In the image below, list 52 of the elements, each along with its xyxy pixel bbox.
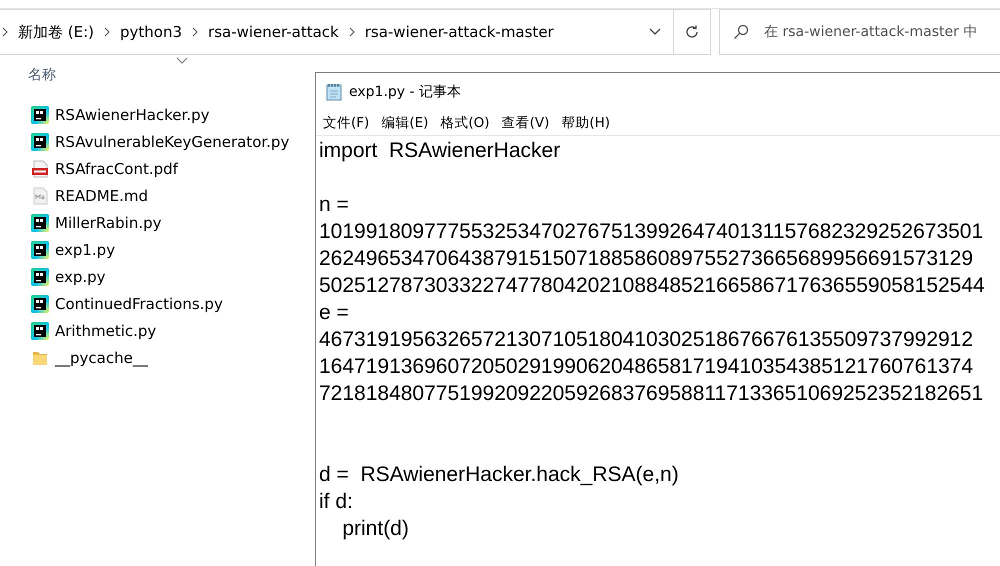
refresh-icon[interactable] [684,24,700,40]
search-field[interactable]: 在 rsa-wiener-attack-master 中 [719,9,1000,55]
code-line: d = RSAwienerHacker.hack_RSA(e,n) [319,462,679,488]
pdf-file-icon [31,160,49,178]
code-line: 502512787303322747780420210884852166586717636559058152544 [319,273,985,299]
code-line: e = [319,300,349,326]
chevron-icon [348,27,355,37]
code-line: n = [319,192,349,218]
code-line: 721818480775199209220592683769588117133651069252352182651 [319,381,984,407]
sort-caret-icon [176,57,188,64]
chevron-icon [192,27,198,37]
breadcrumb-item[interactable]: rsa-wiener-attack-master [364,23,554,41]
search-icon [733,24,749,40]
pycharm-file-icon [31,322,49,340]
code-line: print(d) [341,516,409,542]
breadcrumb-item[interactable]: rsa-wiener-attack [208,23,339,41]
file-name[interactable]: exp.py [55,268,106,286]
menu-item[interactable]: 查看(V) [500,114,550,132]
chevron-icon [2,27,8,37]
code-line: 46731919563265721307105180410302518676676135509737992912 [319,327,974,353]
code-line: 101991809777553253470276751399264740131157682329252673501 [319,219,984,245]
code-line: import RSAwienerHacker [319,138,560,164]
menu-item[interactable]: 帮助(H) [560,114,612,132]
pycharm-file-icon [31,240,49,258]
file-name[interactable]: ContinuedFractions.py [55,294,223,312]
file-name[interactable]: __pycache__ [55,348,148,366]
code-line: 16471913696072050291990620486581719410354385121760761374 [319,354,974,380]
file-name[interactable]: RSAvulnerableKeyGenerator.py [55,132,290,150]
file-name[interactable]: RSAwienerHacker.py [55,106,210,124]
pycharm-file-icon [31,294,49,312]
file-name[interactable]: RSAfracCont.pdf [55,160,178,178]
column-header[interactable]: 名称 [28,66,56,84]
file-name[interactable]: MillerRabin.py [55,214,162,232]
pycharm-file-icon [31,132,49,150]
file-name[interactable]: exp1.py [55,240,116,258]
pycharm-file-icon [31,268,49,286]
code-line: 26249653470643879151507188586089755273665689956691573129 [319,246,974,272]
code-line: if d: [319,489,353,515]
menu-item[interactable]: 文件(F) [322,114,370,132]
breadcrumb-item[interactable]: python3 [120,23,182,41]
breadcrumb-item[interactable]: 新加卷 (E:) [18,22,94,42]
file-name[interactable]: Arithmetic.py [55,322,156,340]
pycharm-file-icon [31,214,49,232]
notepad-icon [326,82,343,100]
chevron-icon [104,27,110,37]
pycharm-file-icon [31,106,49,124]
window-title: exp1.py - 记事本 [349,82,462,100]
menu-item[interactable]: 编辑(E) [380,114,430,132]
markdown-file-icon [31,186,49,204]
dropdown-icon[interactable] [649,28,661,36]
menu-item[interactable]: 格式(O) [439,114,491,132]
file-name[interactable]: README.md [55,186,148,204]
